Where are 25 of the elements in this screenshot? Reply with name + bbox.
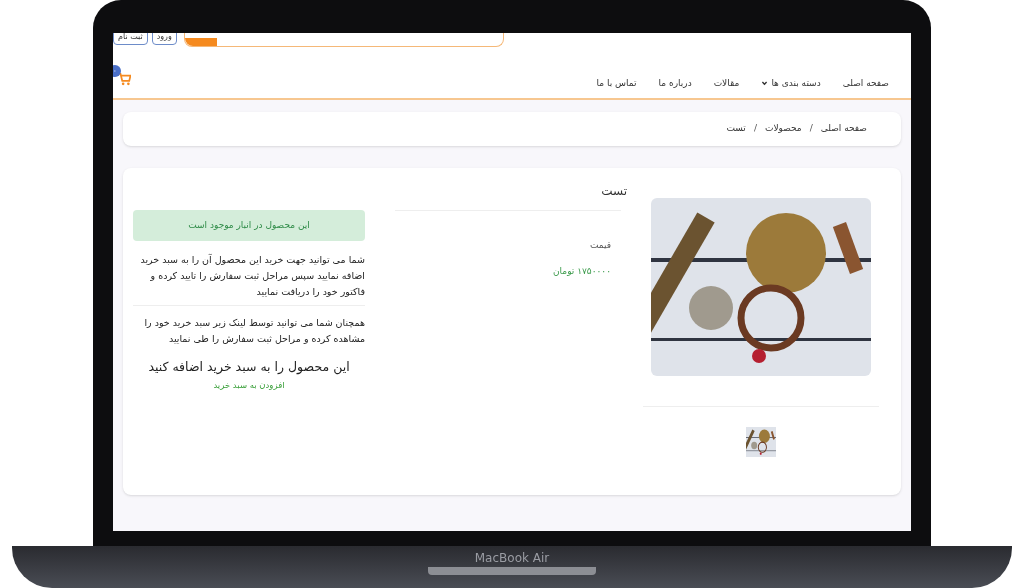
nav-link[interactable]: دسته بندی ها xyxy=(761,76,821,90)
nav-link[interactable]: مقالات xyxy=(713,76,740,90)
register-button[interactable]: ثبت نام xyxy=(113,33,148,45)
product-title: تست xyxy=(600,183,627,200)
chevron-down-icon xyxy=(761,79,769,87)
photo-placeholder[interactable] xyxy=(746,427,776,457)
price-label: قیمت xyxy=(588,239,611,252)
stock-notice: این محصول در انبار موجود است xyxy=(133,210,365,241)
login-button[interactable]: ورود xyxy=(151,33,177,45)
add-to-cart-heading: این محصول را به سبد خرید اضافه کنید xyxy=(147,358,351,377)
info-paragraph: همچنان شما می توانید توسط لینک زیر سبد خرید خود را مشاهده کرده و مراحل ثبت سفارش را طی نمایید xyxy=(143,316,365,346)
add-to-cart-link[interactable]: افزودن به سبد خرید xyxy=(133,378,365,392)
cart-icon[interactable] xyxy=(117,72,131,86)
device-label: MacBook Air xyxy=(474,550,550,567)
info-paragraph: شما می توانید جهت خرید این محصول آن را به سبد خرید اضافه نمایید سپس مراحل ثبت سفارش را تایید کرده و فاکتور خود را دریافت نمایید xyxy=(133,247,365,306)
breadcrumb-separator: / xyxy=(753,122,757,136)
nav-link[interactable]: تماس با ما xyxy=(596,76,637,90)
price-text: ۱۷۵۰۰۰۰ تومان xyxy=(551,264,611,278)
search-bar[interactable] xyxy=(183,33,504,47)
nav-link[interactable]: صفحه اصلی xyxy=(842,76,889,90)
breadcrumb-separator: / xyxy=(809,122,813,136)
nav-link[interactable]: درباره ما xyxy=(658,76,692,90)
breadcrumb-link[interactable]: محصولات xyxy=(764,122,802,136)
breadcrumb-link[interactable]: صفحه اصلی xyxy=(820,122,867,136)
breadcrumb-current-page: تست xyxy=(726,122,746,136)
